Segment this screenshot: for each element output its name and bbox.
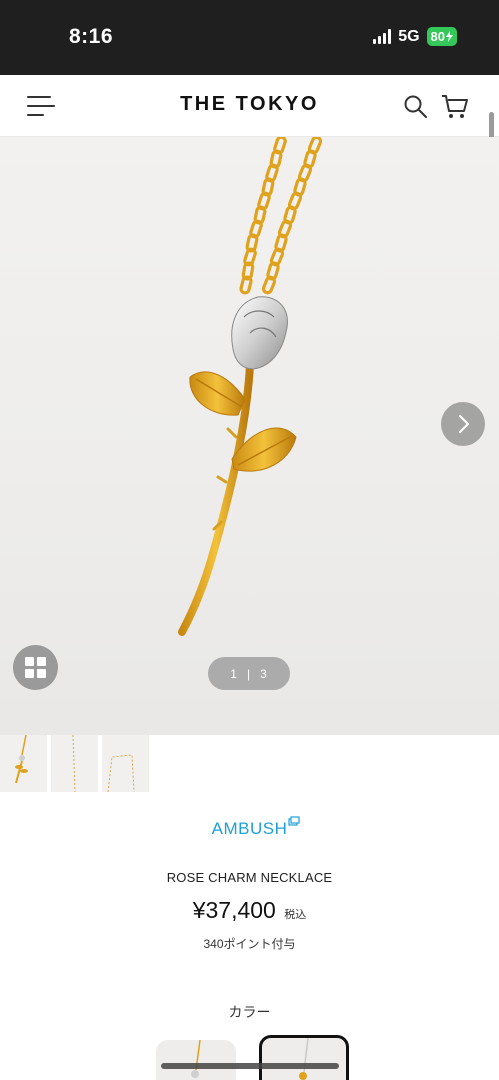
necklace-illustration (178, 137, 323, 636)
thumbnail-2[interactable] (51, 735, 98, 792)
chevron-right-icon (459, 415, 469, 433)
next-image-button[interactable] (441, 402, 485, 446)
thumbnail-1[interactable] (0, 735, 47, 792)
image-pager: 1 | 3 (208, 657, 290, 690)
color-section-label: カラー (228, 1004, 271, 1020)
thumbnail-image (15, 735, 28, 784)
brand-link[interactable]: AMBUSH (0, 819, 499, 839)
product-name: ROSE CHARM NECKLACE (166, 870, 333, 885)
product-main-image[interactable]: 1 | 3 (0, 137, 499, 735)
product-price: ¥37,400 (192, 897, 276, 923)
price-row: ¥37,400 税込 (0, 897, 499, 924)
charging-icon (446, 31, 453, 42)
gallery-grid-button[interactable] (13, 645, 58, 690)
status-time: 8:16 (69, 25, 114, 48)
thumbnail-3[interactable] (102, 735, 149, 792)
status-indicators: 5G 80 (373, 27, 457, 46)
thumbnail-strip (0, 735, 149, 792)
cart-icon[interactable] (441, 94, 469, 120)
signal-icon (373, 29, 392, 44)
external-link-icon[interactable] (288, 816, 300, 826)
battery-level: 80 (430, 29, 445, 44)
pager-current: 1 (230, 666, 238, 681)
points-info: 340ポイント付与 (203, 937, 296, 951)
color-swatch-1[interactable] (156, 1040, 236, 1080)
color-swatch-2-selected[interactable] (259, 1035, 349, 1080)
network-type: 5G (398, 27, 420, 45)
app-header: THE TOKYO (0, 75, 499, 137)
status-bar: 8:16 5G 80 (0, 0, 499, 75)
pager-divider: | (246, 666, 252, 681)
thumbnail-image (107, 754, 135, 792)
tax-label: 税込 (284, 909, 307, 921)
search-icon[interactable] (403, 94, 429, 120)
swatch-image (191, 1040, 201, 1078)
swatch-image (299, 1038, 309, 1080)
pager-total: 3 (260, 666, 268, 681)
thumbnail-image (72, 735, 76, 792)
grid-icon (25, 657, 46, 678)
battery-badge: 80 (426, 27, 457, 46)
home-indicator[interactable] (161, 1063, 339, 1069)
